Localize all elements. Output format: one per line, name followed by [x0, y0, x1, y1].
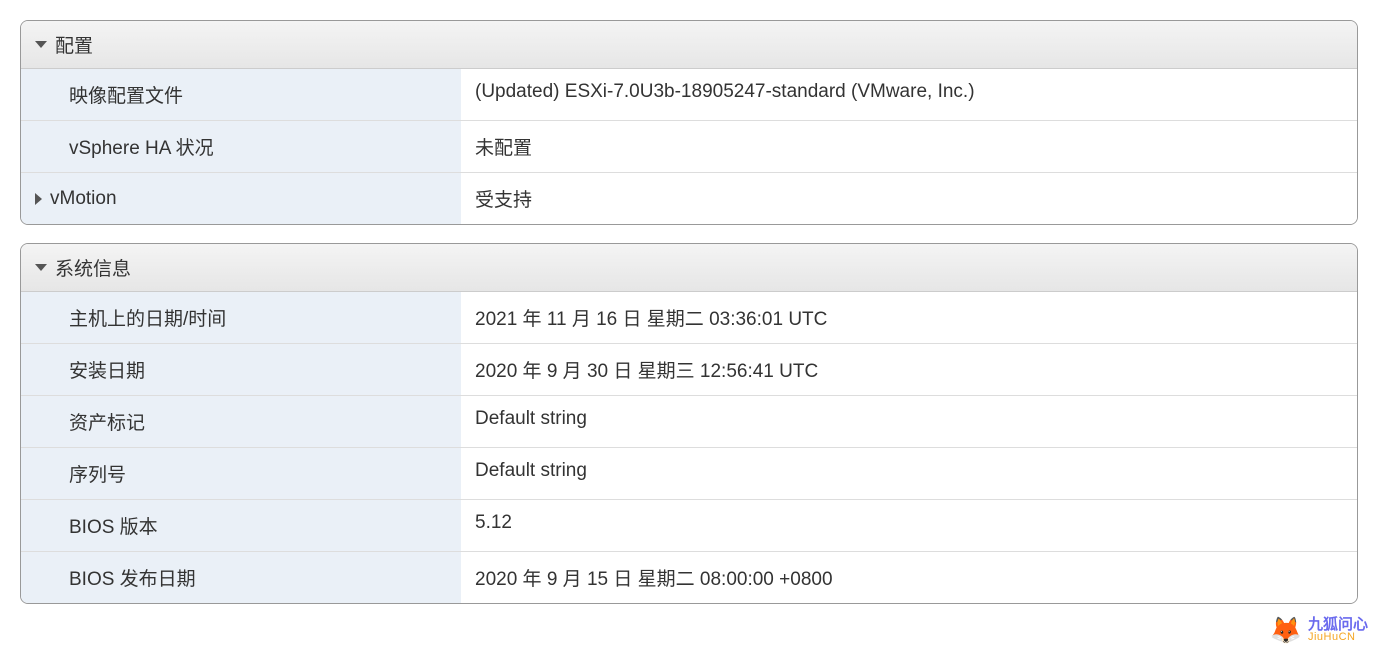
row-bios-date: BIOS 发布日期 2020 年 9 月 15 日 星期二 08:00:00 +…: [21, 552, 1357, 603]
caret-down-icon: [35, 41, 47, 48]
config-panel-header[interactable]: 配置: [21, 21, 1357, 69]
caret-right-icon: [35, 193, 42, 205]
value-asset-tag: Default string: [461, 396, 1357, 447]
sysinfo-panel-title: 系统信息: [55, 254, 131, 281]
row-serial: 序列号 Default string: [21, 448, 1357, 500]
sysinfo-panel: 系统信息 主机上的日期/时间 2021 年 11 月 16 日 星期二 03:3…: [20, 243, 1358, 604]
row-vmotion[interactable]: vMotion 受支持: [21, 173, 1357, 224]
watermark: 🦊 九狐问心 JiuHuCN: [1270, 617, 1368, 644]
label-vmotion[interactable]: vMotion: [21, 173, 461, 224]
value-vmotion: 受支持: [461, 173, 1357, 224]
config-panel: 配置 映像配置文件 (Updated) ESXi-7.0U3b-18905247…: [20, 20, 1358, 225]
label-install-date: 安装日期: [21, 344, 461, 395]
caret-down-icon: [35, 264, 47, 271]
row-host-datetime: 主机上的日期/时间 2021 年 11 月 16 日 星期二 03:36:01 …: [21, 292, 1357, 344]
label-asset-tag: 资产标记: [21, 396, 461, 447]
fox-logo-icon: 🦊: [1270, 617, 1302, 643]
label-bios-date: BIOS 发布日期: [21, 552, 461, 603]
row-image-profile: 映像配置文件 (Updated) ESXi-7.0U3b-18905247-st…: [21, 69, 1357, 121]
label-bios-version: BIOS 版本: [21, 500, 461, 551]
value-host-datetime: 2021 年 11 月 16 日 星期二 03:36:01 UTC: [461, 292, 1357, 343]
label-host-datetime: 主机上的日期/时间: [21, 292, 461, 343]
value-serial: Default string: [461, 448, 1357, 499]
value-bios-version: 5.12: [461, 500, 1357, 551]
label-serial: 序列号: [21, 448, 461, 499]
value-image-profile: (Updated) ESXi-7.0U3b-18905247-standard …: [461, 69, 1357, 120]
row-install-date: 安装日期 2020 年 9 月 30 日 星期三 12:56:41 UTC: [21, 344, 1357, 396]
row-ha-status: vSphere HA 状况 未配置: [21, 121, 1357, 173]
row-asset-tag: 资产标记 Default string: [21, 396, 1357, 448]
row-bios-version: BIOS 版本 5.12: [21, 500, 1357, 552]
value-bios-date: 2020 年 9 月 15 日 星期二 08:00:00 +0800: [461, 552, 1357, 603]
label-image-profile: 映像配置文件: [21, 69, 461, 120]
sysinfo-panel-header[interactable]: 系统信息: [21, 244, 1357, 292]
value-ha-status: 未配置: [461, 121, 1357, 172]
label-ha-status: vSphere HA 状况: [21, 121, 461, 172]
value-install-date: 2020 年 9 月 30 日 星期三 12:56:41 UTC: [461, 344, 1357, 395]
watermark-cn: 九狐问心: [1308, 617, 1368, 633]
watermark-en: JiuHuCN: [1308, 632, 1368, 644]
config-panel-title: 配置: [55, 31, 93, 58]
